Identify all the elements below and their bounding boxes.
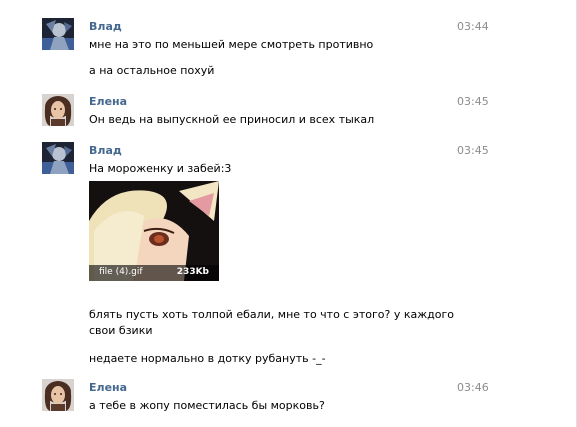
message-text: а на остальное похуй bbox=[89, 64, 215, 77]
elena-avatar-icon[interactable] bbox=[42, 94, 74, 126]
vlad-avatar-icon[interactable] bbox=[42, 18, 74, 50]
elena-avatar-icon[interactable] bbox=[42, 379, 74, 411]
message-text: недаете нормально в дотку рубануть -_- bbox=[89, 352, 326, 365]
message-time[interactable]: 03:44 bbox=[457, 20, 489, 33]
message-text: мне на это по меньшей мере смотреть прот… bbox=[89, 38, 374, 51]
message-time[interactable]: 03:45 bbox=[457, 144, 489, 157]
attachment-filename: file (4).gif bbox=[99, 267, 143, 277]
message-time[interactable]: 03:45 bbox=[457, 95, 489, 108]
message-text: Он ведь на выпускной ее приносил и всех … bbox=[89, 113, 375, 126]
message-author[interactable]: Влад bbox=[89, 144, 122, 157]
vlad-avatar-icon[interactable] bbox=[42, 142, 74, 174]
attachment-info-bar: file (4).gif 233Kb bbox=[89, 265, 219, 281]
message-text: а тебе в жопу поместилась бы морковь? bbox=[89, 399, 325, 412]
message-author[interactable]: Влад bbox=[89, 20, 122, 33]
gif-attachment[interactable]: file (4).gif 233Kb bbox=[89, 181, 219, 281]
message-text: блять пусть хоть толпой ебали, мне то чт… bbox=[89, 308, 455, 337]
message-author[interactable]: Елена bbox=[89, 381, 127, 394]
message-text: На мороженку и забей:3 bbox=[89, 162, 232, 175]
message-time[interactable]: 03:46 bbox=[457, 381, 489, 394]
message-author[interactable]: Елена bbox=[89, 95, 127, 108]
attachment-size: 233Kb bbox=[176, 267, 209, 277]
